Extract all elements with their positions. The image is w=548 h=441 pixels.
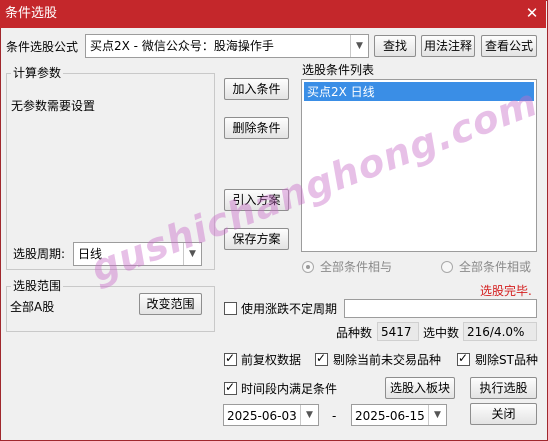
forward-adjust-checkbox[interactable] xyxy=(224,351,237,366)
period-label: 选股周期: xyxy=(13,247,66,261)
formula-select[interactable]: 买点2X - 微信公众号：股海操作手 ▼ xyxy=(85,34,369,58)
view-formula-button[interactable]: 查看公式 xyxy=(481,35,537,57)
selected-count-label: 选中数 xyxy=(423,326,460,340)
irregular-period-label: 使用涨跌不定周期 xyxy=(241,302,338,316)
chevron-down-icon[interactable]: ▼ xyxy=(183,243,201,265)
selected-count-value: 216/4.0% xyxy=(467,325,525,339)
exclude-st-checkbox[interactable] xyxy=(457,351,470,366)
chevron-down-icon[interactable]: ▼ xyxy=(350,35,368,57)
radio-all-or[interactable] xyxy=(441,261,453,273)
exclude-untraded-checkbox[interactable] xyxy=(315,351,328,366)
formula-value: 买点2X - 微信公众号：股海操作手 xyxy=(90,39,274,53)
irregular-period-checkbox[interactable] xyxy=(224,302,237,315)
count-label: 品种数 xyxy=(336,326,373,340)
count-box: 5417 xyxy=(377,322,419,341)
start-date-select[interactable]: 2025-06-03 ▼ xyxy=(223,404,319,426)
usage-notes-button[interactable]: 用法注释 xyxy=(421,35,475,57)
exclude-st-label: 剔除ST品种 xyxy=(475,353,538,367)
change-range-button[interactable]: 改变范围 xyxy=(139,293,202,315)
status-text: 选股完毕. xyxy=(480,284,532,298)
forward-adjust-label: 前复权数据 xyxy=(241,353,302,367)
radio-all-and[interactable] xyxy=(302,261,314,273)
title-bar[interactable]: 条件选股 xyxy=(0,0,546,28)
period-condition-label: 时间段内满足条件 xyxy=(241,382,338,396)
chevron-down-icon[interactable]: ▼ xyxy=(300,405,318,425)
count-value: 5417 xyxy=(381,325,412,339)
window-title: 条件选股 xyxy=(5,6,58,21)
end-date-select[interactable]: 2025-06-15 ▼ xyxy=(351,404,447,426)
period-value: 日线 xyxy=(78,247,103,261)
range-group-title: 选股范围 xyxy=(11,279,64,293)
period-select[interactable]: 日线 ▼ xyxy=(73,242,202,266)
execute-selection-button[interactable]: 执行选股 xyxy=(470,377,537,399)
list-item[interactable]: 买点2X 日线 xyxy=(304,82,534,101)
save-scheme-button[interactable]: 保存方案 xyxy=(224,228,289,250)
condition-item-label: 买点2X 日线 xyxy=(307,85,375,99)
add-to-block-button[interactable]: 选股入板块 xyxy=(385,377,455,399)
close-window-icon[interactable]: ✕ xyxy=(520,2,544,24)
period-condition-checkbox[interactable] xyxy=(224,380,237,395)
end-date-value: 2025-06-15 xyxy=(355,409,425,423)
irregular-period-input[interactable] xyxy=(344,299,537,318)
date-separator: - xyxy=(332,409,337,423)
chevron-down-icon[interactable]: ▼ xyxy=(428,405,446,425)
radio-all-or-label: 全部条件相或 xyxy=(459,260,532,274)
delete-condition-button[interactable]: 删除条件 xyxy=(224,117,289,139)
exclude-untraded-label: 剔除当前未交易品种 xyxy=(333,353,442,367)
formula-label: 条件选股公式 xyxy=(6,40,79,54)
add-condition-button[interactable]: 加入条件 xyxy=(224,78,289,100)
conditions-list-title: 选股条件列表 xyxy=(302,63,375,77)
close-button[interactable]: 关闭 xyxy=(470,403,537,425)
import-scheme-button[interactable]: 引入方案 xyxy=(224,189,289,211)
params-group-title: 计算参数 xyxy=(11,66,64,80)
start-date-value: 2025-06-03 xyxy=(227,409,297,423)
selected-count-box: 216/4.0% xyxy=(463,322,537,341)
conditions-list[interactable]: 买点2X 日线 xyxy=(301,79,537,252)
radio-all-and-label: 全部条件相与 xyxy=(320,260,393,274)
no-params-message: 无参数需要设置 xyxy=(11,99,96,113)
find-button[interactable]: 查找 xyxy=(374,35,416,57)
range-value: 全部A股 xyxy=(10,300,55,314)
